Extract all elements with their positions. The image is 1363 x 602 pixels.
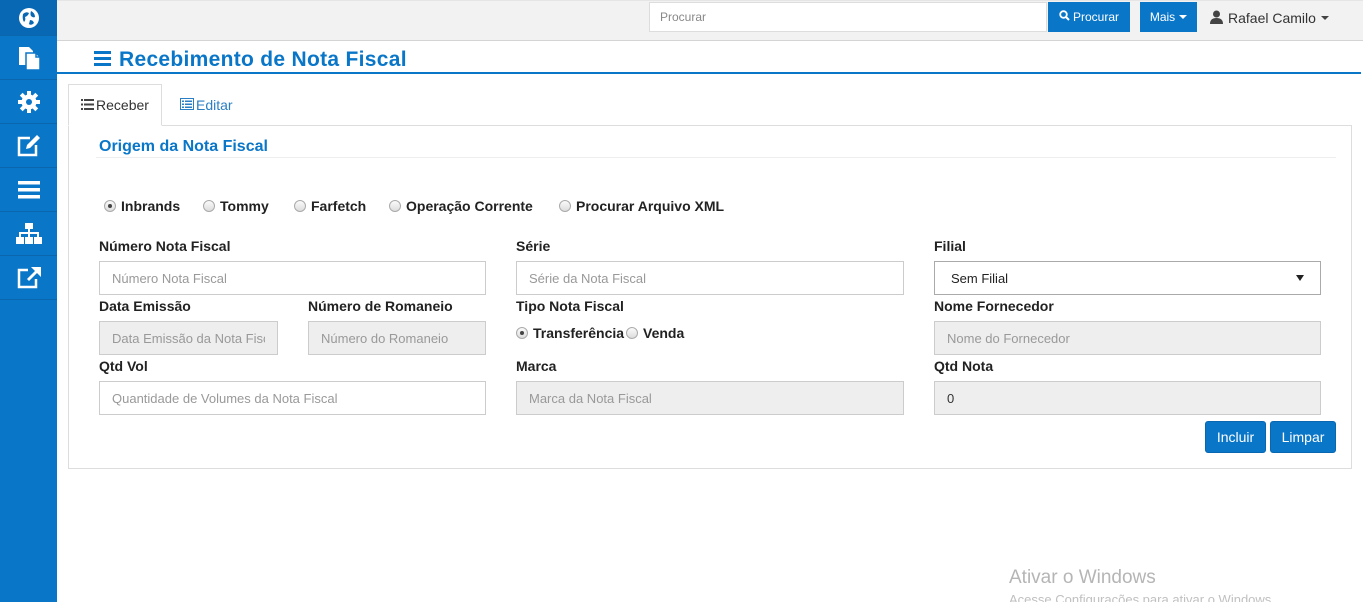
radio-button[interactable] xyxy=(294,200,306,212)
radio-venda-label: Venda xyxy=(643,325,685,341)
qtd-vol-input[interactable] xyxy=(99,381,486,415)
radio-button[interactable] xyxy=(389,200,401,212)
radio-farfetch[interactable]: Farfetch xyxy=(294,197,366,215)
tab-editar[interactable]: Editar xyxy=(180,84,233,126)
radio-button[interactable] xyxy=(559,200,571,212)
gear-icon xyxy=(17,90,40,113)
search-input[interactable] xyxy=(649,2,1047,32)
caret-down-icon xyxy=(1320,16,1329,20)
radio-transferencia-label: Transferência xyxy=(533,325,625,341)
page-title-text: Recebimento de Nota Fiscal xyxy=(119,48,407,71)
radio-farfetch-label: Farfetch xyxy=(311,198,367,214)
sidebar-item-edit[interactable] xyxy=(0,124,57,168)
files-icon xyxy=(17,45,41,71)
radio-tommy[interactable]: Tommy xyxy=(203,197,269,215)
tab-editar-label: Editar xyxy=(196,97,233,113)
radio-venda[interactable]: Venda xyxy=(626,324,684,342)
radio-tommy-label: Tommy xyxy=(220,198,269,214)
radio-button[interactable] xyxy=(626,327,638,339)
qtd-vol-label: Qtd Vol xyxy=(99,358,148,374)
radio-operacao-corrente-label: Operação Corrente xyxy=(406,198,533,214)
caret-down-icon xyxy=(1179,15,1188,19)
limpar-button[interactable]: Limpar xyxy=(1270,421,1336,453)
sidebar-item-documents[interactable] xyxy=(0,36,57,80)
form-panel xyxy=(68,125,1352,469)
dropdown-arrow-icon xyxy=(1296,275,1304,281)
user-menu[interactable]: Rafael Camilo xyxy=(1210,7,1329,29)
data-emissao-input[interactable] xyxy=(99,321,278,355)
external-link-icon xyxy=(16,266,42,290)
radio-button[interactable] xyxy=(516,327,528,339)
windows-activation-subtitle: Acesse Configurações para ativar o Windo… xyxy=(1009,592,1275,602)
radio-button[interactable] xyxy=(203,200,215,212)
tab-receber-label: Receber xyxy=(96,97,149,113)
radio-procurar-xml-label: Procurar Arquivo XML xyxy=(576,198,725,214)
more-menu-button[interactable]: Mais xyxy=(1140,2,1197,32)
user-icon xyxy=(1210,10,1223,27)
qtd-nota-value: 0 xyxy=(947,390,955,406)
marca-label: Marca xyxy=(516,358,557,374)
more-button-label: Mais xyxy=(1149,10,1176,24)
numero-romaneio-input[interactable] xyxy=(308,321,486,355)
edit-icon xyxy=(16,134,42,158)
page-title: Recebimento de Nota Fiscal xyxy=(94,48,407,72)
serie-label: Série xyxy=(516,238,551,254)
filial-label: Filial xyxy=(934,238,966,254)
windows-activation-title: Ativar o Windows xyxy=(1009,567,1156,588)
radio-operacao-corrente[interactable]: Operação Corrente xyxy=(389,197,533,215)
list-icon xyxy=(81,97,95,113)
serie-input[interactable] xyxy=(516,261,904,295)
tipo-nf-label: Tipo Nota Fiscal xyxy=(516,298,624,314)
qtd-nota-field: 0 xyxy=(934,381,1321,415)
sidebar-item-external[interactable] xyxy=(0,256,57,300)
numero-nf-input[interactable] xyxy=(99,261,486,295)
numero-romaneio-label: Número de Romaneio xyxy=(308,298,453,314)
filial-selected-value: Sem Filial xyxy=(951,270,1009,286)
incluir-button[interactable]: Incluir xyxy=(1205,421,1266,453)
radio-transferencia[interactable]: Transferência xyxy=(516,324,624,342)
top-navbar: Procurar Mais Rafael Camilo xyxy=(57,0,1363,41)
sidebar-item-structure[interactable] xyxy=(0,212,57,256)
marca-input[interactable] xyxy=(516,381,904,415)
title-divider xyxy=(57,72,1361,74)
bars-icon xyxy=(17,180,40,199)
radio-button[interactable] xyxy=(104,200,116,212)
search-icon xyxy=(1059,10,1070,24)
radio-procurar-xml[interactable]: Procurar Arquivo XML xyxy=(559,197,724,215)
sidebar-item-settings[interactable] xyxy=(0,80,57,124)
sitemap-icon xyxy=(15,222,42,245)
data-emissao-label: Data Emissão xyxy=(99,298,191,314)
bars-icon xyxy=(94,48,111,72)
nome-fornecedor-label: Nome Fornecedor xyxy=(934,298,1054,314)
search-button-label: Procurar xyxy=(1072,10,1119,24)
sidebar xyxy=(0,0,57,602)
nome-fornecedor-input[interactable] xyxy=(934,321,1321,355)
radio-inbrands-label: Inbrands xyxy=(121,198,181,214)
radio-inbrands[interactable]: Inbrands xyxy=(104,197,180,215)
section-divider xyxy=(96,157,1336,158)
section-title: Origem da Nota Fiscal xyxy=(99,138,268,155)
globe-icon xyxy=(18,7,40,29)
search-button[interactable]: Procurar xyxy=(1048,2,1130,32)
tab-receber[interactable]: Receber xyxy=(68,84,162,126)
filial-select[interactable]: Sem Filial xyxy=(934,261,1321,295)
sidebar-item-list[interactable] xyxy=(0,168,57,212)
user-name: Rafael Camilo xyxy=(1228,10,1316,26)
qtd-nota-label: Qtd Nota xyxy=(934,358,994,374)
sidebar-item-home[interactable] xyxy=(0,0,57,36)
numero-nf-label: Número Nota Fiscal xyxy=(99,238,231,254)
list-alt-icon xyxy=(180,97,194,113)
